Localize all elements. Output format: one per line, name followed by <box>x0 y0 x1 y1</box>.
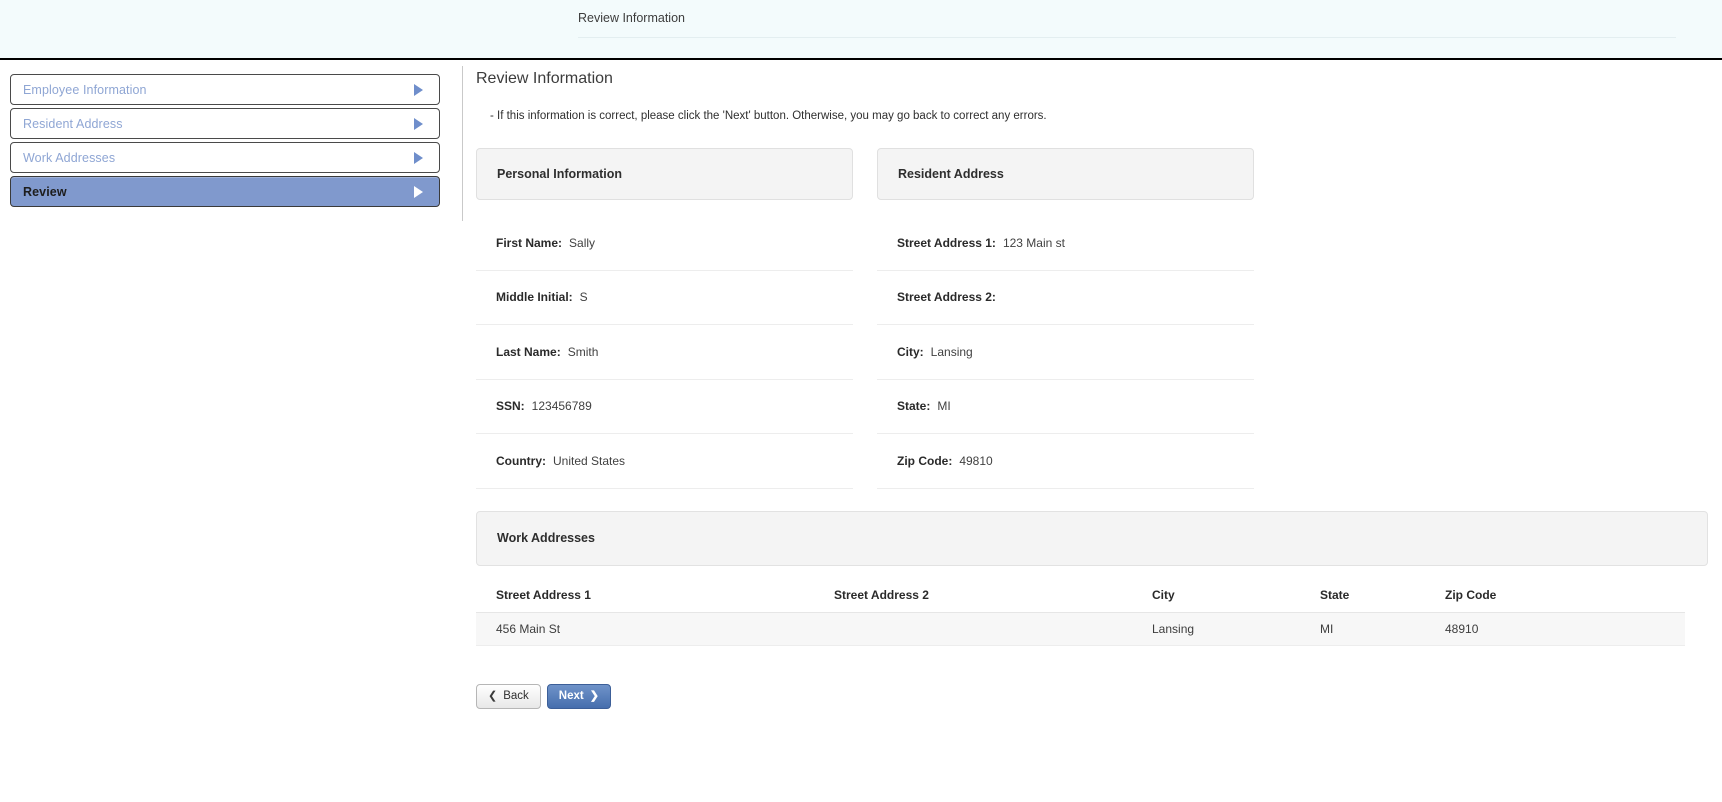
table-row: 456 Main St Lansing MI 48910 <box>476 612 1685 646</box>
work-addresses-header: Work Addresses <box>476 510 1708 566</box>
field-label: Street Address 1: <box>897 235 996 250</box>
field-label: First Name: <box>496 235 563 250</box>
field-label: Street Address 2: <box>897 290 996 305</box>
table-header-row: Street Address 1 Street Address 2 City S… <box>476 587 1685 613</box>
panel-heading: Personal Information <box>497 167 623 181</box>
caret-right-icon <box>414 151 423 164</box>
app-header-divider <box>578 37 1676 38</box>
panel-heading: Resident Address <box>898 167 1004 181</box>
sidebar-item-work-addresses[interactable]: Work Addresses <box>10 142 440 173</box>
field-row: Country: United States <box>476 434 853 489</box>
field-label: Last Name: <box>496 344 561 359</box>
main-content: Review Information - If this information… <box>476 60 1708 709</box>
page-title: Review Information <box>476 70 613 87</box>
work-addresses-table: Street Address 1 Street Address 2 City S… <box>476 587 1685 646</box>
field-label: Zip Code: <box>897 453 953 468</box>
sidebar-item-label: Review <box>23 184 67 199</box>
panel-heading: Work Addresses <box>497 531 595 545</box>
resident-address-fields: Street Address 1: 123 Main st Street Add… <box>877 216 1254 489</box>
caret-right-icon <box>414 83 423 96</box>
column-header-city: City <box>1132 587 1300 613</box>
back-button[interactable]: ❮ Back <box>476 683 541 709</box>
field-label: City: <box>897 344 924 359</box>
field-value: Sally <box>569 235 596 250</box>
work-addresses-section: Work Addresses Street Address 1 Street A… <box>476 510 1708 646</box>
page-body: Employee Information Resident Address Wo… <box>0 60 1722 800</box>
field-row: Street Address 1: 123 Main st <box>877 216 1254 271</box>
back-button-label: Back <box>503 690 529 702</box>
cell-street-address-1: 456 Main St <box>476 612 814 646</box>
sidebar-item-resident-address[interactable]: Resident Address <box>10 108 440 139</box>
wizard-step-nav: Employee Information Resident Address Wo… <box>10 74 440 210</box>
field-value: United States <box>553 453 626 468</box>
personal-information-header: Personal Information <box>476 148 853 200</box>
app-header-title: Review Information <box>578 11 685 25</box>
field-row: Middle Initial: S <box>476 271 853 325</box>
sidebar-item-label: Resident Address <box>23 116 123 131</box>
sidebar-item-label: Employee Information <box>23 82 147 97</box>
chevron-right-icon: ❯ <box>589 689 599 702</box>
table-body: 456 Main St Lansing MI 48910 <box>476 612 1685 646</box>
app-header-band: Review Information <box>0 0 1722 60</box>
table-header: Street Address 1 Street Address 2 City S… <box>476 587 1685 613</box>
summary-panels: Personal Information First Name: Sally M… <box>476 148 1708 489</box>
field-row: SSN: 123456789 <box>476 380 853 434</box>
field-value: S <box>579 290 588 305</box>
field-value: 123456789 <box>531 399 592 414</box>
chevron-left-icon: ❮ <box>488 689 498 702</box>
field-row: Last Name: Smith <box>476 325 853 380</box>
sidebar-item-label: Work Addresses <box>23 150 116 165</box>
next-button[interactable]: Next ❯ <box>546 683 611 709</box>
field-row: First Name: Sally <box>476 216 853 271</box>
column-header-street-address-2: Street Address 2 <box>814 587 1132 613</box>
column-header-street-address-1: Street Address 1 <box>476 587 814 613</box>
cell-street-address-2 <box>814 612 1132 646</box>
next-button-label: Next <box>558 690 584 702</box>
nav-content-divider <box>462 66 463 221</box>
field-label: State: <box>897 399 931 414</box>
cell-zip-code: 48910 <box>1425 612 1685 646</box>
field-label: Country: <box>496 453 546 468</box>
caret-right-icon <box>414 117 423 130</box>
field-row: City: Lansing <box>877 325 1254 380</box>
field-row: State: MI <box>877 380 1254 434</box>
field-value: Lansing <box>930 344 973 359</box>
field-row: Zip Code: 49810 <box>877 434 1254 489</box>
column-header-zip-code: Zip Code <box>1425 587 1685 613</box>
cell-city: Lansing <box>1132 612 1300 646</box>
resident-address-panel: Resident Address Street Address 1: 123 M… <box>877 148 1254 489</box>
sidebar-item-review[interactable]: Review <box>10 176 440 207</box>
field-value: MI <box>937 399 951 414</box>
resident-address-header: Resident Address <box>877 148 1254 200</box>
cell-state: MI <box>1300 612 1425 646</box>
field-label: Middle Initial: <box>496 290 573 305</box>
personal-information-fields: First Name: Sally Middle Initial: S Last… <box>476 216 853 489</box>
field-label: SSN: <box>496 399 525 414</box>
field-value: 123 Main st <box>1002 235 1065 250</box>
wizard-button-row: ❮ Back Next ❯ <box>476 683 1708 709</box>
field-value: 49810 <box>959 453 993 468</box>
field-value: Smith <box>567 344 599 359</box>
column-header-state: State <box>1300 587 1425 613</box>
field-row: Street Address 2: <box>877 271 1254 325</box>
page-instructions: - If this information is correct, please… <box>490 110 1047 122</box>
sidebar-item-employee-information[interactable]: Employee Information <box>10 74 440 105</box>
app-header-inner: Review Information <box>578 0 1676 58</box>
personal-information-panel: Personal Information First Name: Sally M… <box>476 148 853 489</box>
caret-right-icon <box>414 185 423 198</box>
